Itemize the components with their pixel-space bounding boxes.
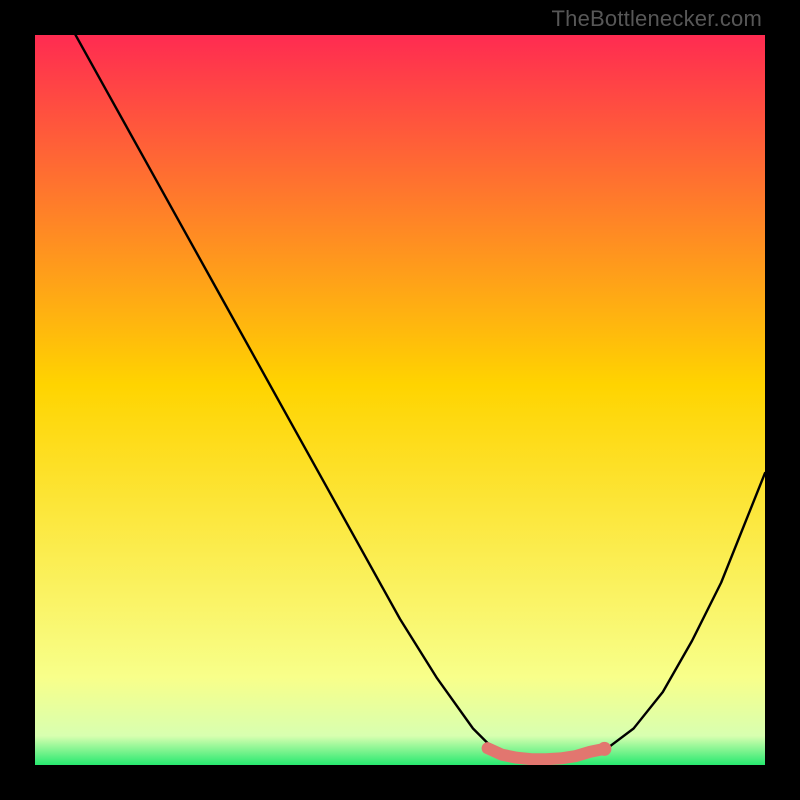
plot-area (35, 35, 765, 765)
gradient-bg (35, 35, 765, 765)
optimal-end-marker (597, 742, 611, 756)
chart-svg (35, 35, 765, 765)
credit-label: TheBottlenecker.com (552, 6, 762, 32)
chart-frame: TheBottlenecker.com (0, 0, 800, 800)
